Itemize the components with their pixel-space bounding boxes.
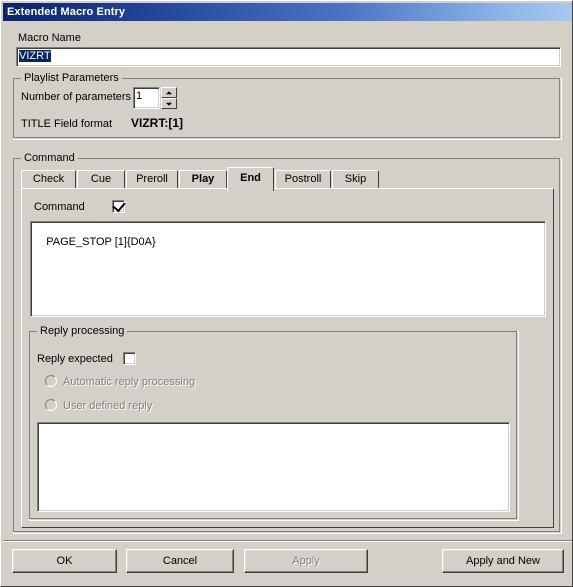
number-of-parameters-label: Number of parameters [21,91,132,103]
command-checkbox-label: Command [34,201,85,213]
extended-macro-entry-dialog: Extended Macro Entry Macro Name VIZRT Pl… [0,0,573,587]
number-of-parameters-value: 1 [136,90,143,102]
number-of-parameters-spinner[interactable] [161,87,177,109]
user-defined-reply-radio [45,399,57,411]
title-field-format-label: TITLE Field format [21,118,113,130]
reply-textarea[interactable] [37,422,510,512]
macro-name-input[interactable]: VIZRT [16,47,561,67]
automatic-reply-radio [45,375,57,387]
tab-cue[interactable]: Cue [77,170,125,189]
playlist-parameters-title: Playlist Parameters [21,72,122,84]
tab-preroll[interactable]: Preroll [126,170,178,189]
tab-check[interactable]: Check [21,170,76,189]
command-group-title: Command [21,152,78,164]
tab-skip[interactable]: Skip [332,170,379,189]
command-text: PAGE_STOP [1]{D0A} [46,236,156,248]
reply-expected-checkbox[interactable] [123,352,136,365]
title-field-format-value: VIZRT:[1] [131,116,183,130]
tab-play[interactable]: Play [179,170,227,189]
apply-and-new-button[interactable]: Apply and New [442,549,564,573]
ok-button[interactable]: OK [12,549,117,573]
tab-end[interactable]: End [227,167,274,191]
macro-name-label: Macro Name [18,32,81,44]
reply-processing-title: Reply processing [37,325,128,337]
title-bar[interactable]: Extended Macro Entry [3,3,572,21]
reply-expected-label: Reply expected [37,353,113,365]
user-defined-reply-label: User defined reply [63,400,153,412]
automatic-reply-label: Automatic reply processing [63,376,196,388]
macro-name-value: VIZRT [19,50,51,62]
tab-postroll[interactable]: Postroll [275,170,331,189]
window-title: Extended Macro Entry [7,6,126,18]
spinner-up-icon[interactable] [161,87,177,98]
apply-button: Apply [244,549,368,573]
number-of-parameters-input[interactable]: 1 [133,87,160,109]
command-checkbox[interactable] [112,198,126,213]
cancel-button[interactable]: Cancel [126,549,234,573]
check-icon [112,198,126,213]
button-bar-divider [3,540,572,542]
spinner-down-icon[interactable] [161,98,177,109]
command-textarea[interactable]: PAGE_STOP [1]{D0A} [30,221,546,317]
